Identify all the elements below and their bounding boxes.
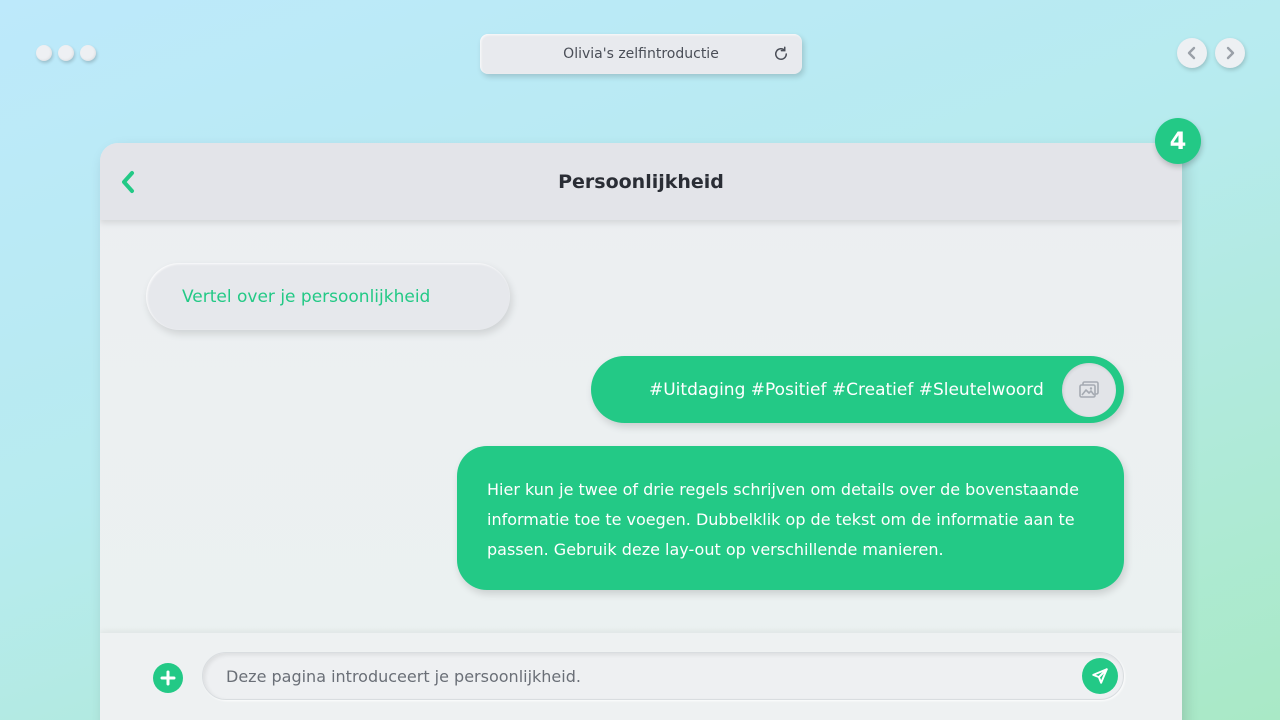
outgoing-tags-message: #Uitdaging #Positief #Creatief #Sleutelw…	[591, 356, 1124, 423]
step-badge: 4	[1155, 118, 1201, 164]
chevron-right-icon	[1226, 46, 1235, 60]
nav-back-button[interactable]	[1177, 38, 1207, 68]
chat-card: Persoonlijkheid Vertel over je persoonli…	[100, 143, 1182, 720]
window-title: Olivia's zelfintroductie	[563, 46, 719, 62]
address-bar[interactable]: Olivia's zelfintroductie	[480, 34, 802, 74]
chevron-left-icon	[1187, 46, 1196, 60]
send-button[interactable]	[1082, 658, 1118, 694]
message-input-value: Deze pagina introduceert je persoonlijkh…	[226, 666, 581, 686]
navigation-buttons	[1177, 38, 1245, 68]
tags-message-text: #Uitdaging #Positief #Creatief #Sleutelw…	[649, 379, 1044, 400]
outgoing-long-message: Hier kun je twee of drie regels schrijve…	[457, 446, 1124, 590]
window-dot-close[interactable]	[36, 45, 52, 61]
message-composer: Deze pagina introduceert je persoonlijkh…	[100, 633, 1182, 720]
window-dot-minimize[interactable]	[58, 45, 74, 61]
message-input[interactable]: Deze pagina introduceert je persoonlijkh…	[202, 652, 1124, 700]
nav-forward-button[interactable]	[1215, 38, 1245, 68]
chevron-left-icon[interactable]	[118, 170, 138, 194]
card-header: Persoonlijkheid	[100, 143, 1182, 220]
window-dot-maximize[interactable]	[80, 45, 96, 61]
plus-icon	[160, 670, 176, 686]
image-icon	[1079, 381, 1099, 398]
window-controls	[36, 45, 96, 61]
image-attachment[interactable]	[1062, 363, 1116, 417]
add-attachment-button[interactable]	[153, 663, 183, 693]
incoming-message: Vertel over je persoonlijkheid	[146, 263, 510, 330]
refresh-icon[interactable]	[772, 45, 790, 63]
page-title: Persoonlijkheid	[558, 170, 724, 193]
send-icon	[1092, 668, 1108, 684]
